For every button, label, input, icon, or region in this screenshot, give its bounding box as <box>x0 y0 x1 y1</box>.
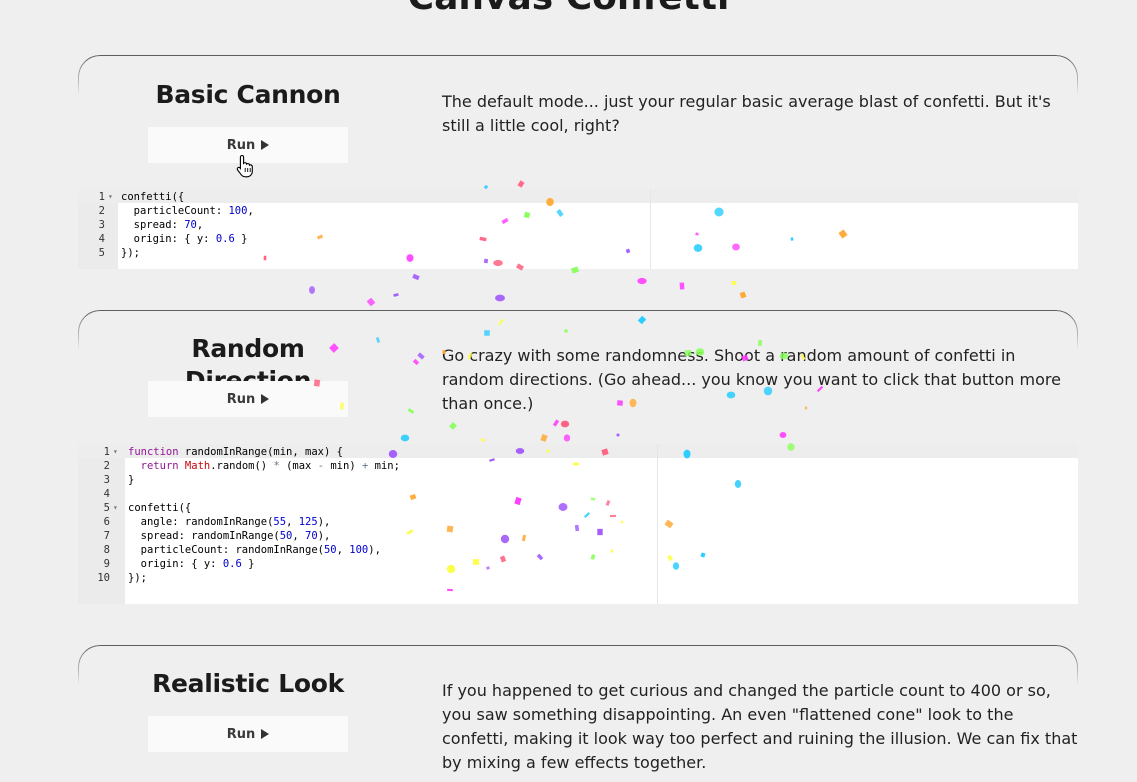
code-line: 6 angle: randomInRange(55, 125), <box>78 515 1078 529</box>
line-number: 4 <box>98 233 105 245</box>
line-number: 4 <box>103 488 110 500</box>
play-icon <box>261 394 270 404</box>
code-text: spread: randomInRange(50, 70), <box>128 530 331 542</box>
confetti-particle <box>412 273 420 281</box>
code-text: origin: { y: 0.6 } <box>121 233 248 245</box>
code-text: particleCount: 100, <box>121 205 254 217</box>
run-button-random-direction[interactable]: Run <box>148 381 348 417</box>
code-text: confetti({ <box>128 502 192 514</box>
code-editor-random-direction[interactable]: 1 ▾ function randomInRange(min, max) {2 re… <box>78 444 1078 604</box>
line-number: 2 <box>103 460 110 472</box>
section-description: Go crazy with some randomness. Shoot a r… <box>442 346 1061 413</box>
code-line: 5 ▾ confetti({ <box>78 501 1078 515</box>
code-text: confetti({ <box>121 191 185 203</box>
code-text: particleCount: randomInRange(50, 100), <box>128 544 381 556</box>
confetti-particle <box>308 286 316 294</box>
fold-arrow-icon[interactable]: ▾ <box>113 445 118 459</box>
line-number: 1 <box>98 191 105 203</box>
line-number: 8 <box>103 544 110 556</box>
line-number: 5 <box>103 502 110 514</box>
code-line: 3} <box>78 473 1078 487</box>
code-text: function randomInRange(min, max) { <box>128 446 343 458</box>
code-text: return Math.random() * (max - min) + min… <box>140 460 400 472</box>
code-line: 7 spread: randomInRange(50, 70), <box>78 529 1078 543</box>
run-button-label: Run <box>226 726 256 742</box>
fold-arrow-icon[interactable]: ▾ <box>113 501 118 515</box>
confetti-particle <box>495 294 505 302</box>
code-line: 2 return Math.random() * (max - min) + m… <box>78 459 1078 473</box>
run-button-realistic-look[interactable]: Run <box>148 716 348 752</box>
run-button-label: Run <box>226 137 256 153</box>
code-line: 8 particleCount: randomInRange(50, 100), <box>78 543 1078 557</box>
confetti-particle <box>679 282 685 290</box>
line-number: 7 <box>103 530 110 542</box>
code-text: origin: { y: 0.6 } <box>128 558 255 570</box>
code-line: 3 spread: 70, <box>78 218 1078 232</box>
code-line: 9 origin: { y: 0.6 } <box>78 557 1078 571</box>
section-description: If you happened to get curious and chang… <box>442 681 1078 772</box>
line-number: 2 <box>98 205 105 217</box>
line-number: 3 <box>103 474 110 486</box>
line-number: 9 <box>103 558 110 570</box>
code-text: }); <box>121 247 140 259</box>
line-number: 10 <box>97 572 110 584</box>
code-line: 5}); <box>78 246 1078 260</box>
confetti-particle <box>393 293 399 297</box>
confetti-particle <box>739 291 747 299</box>
code-text: spread: 70, <box>121 219 204 231</box>
code-text: }); <box>128 572 147 584</box>
confetti-particle <box>637 277 647 285</box>
line-number: 6 <box>103 516 110 528</box>
section-basic-cannon: Basic Cannon Run The default mode... jus… <box>78 55 1078 270</box>
code-text: } <box>128 474 135 486</box>
code-text: angle: randomInRange(55, 125), <box>128 516 331 528</box>
code-editor-basic-cannon[interactable]: 1 ▾ confetti({2 particleCount: 100, 3 sprea… <box>78 189 1078 269</box>
line-number: 1 <box>103 446 110 458</box>
line-number: 3 <box>98 219 105 231</box>
play-icon <box>261 729 270 739</box>
section-realistic-look: Realistic Look Run If you happened to ge… <box>78 645 1078 782</box>
section-title: Realistic Look <box>152 669 344 698</box>
confetti-particle <box>366 297 376 307</box>
confetti-particle <box>731 280 737 286</box>
section-title: Basic Cannon <box>155 80 341 109</box>
hand-cursor-icon <box>236 154 253 178</box>
run-button-label: Run <box>226 391 256 407</box>
code-line: 1 ▾ confetti({ <box>78 190 1078 204</box>
fold-arrow-icon[interactable]: ▾ <box>108 190 113 204</box>
code-line: 4 origin: { y: 0.6 } <box>78 232 1078 246</box>
section-description: The default mode... just your regular ba… <box>442 92 1051 135</box>
code-line: 10}); <box>78 571 1078 585</box>
page-title: Canvas Confetti <box>0 0 1137 18</box>
code-line: 2 particleCount: 100, <box>78 204 1078 218</box>
code-line: 1 ▾ function randomInRange(min, max) { <box>78 445 1078 459</box>
line-number: 5 <box>98 247 105 259</box>
code-line: 4 <box>78 487 1078 501</box>
play-icon <box>261 140 270 150</box>
section-random-direction: Random Direction Run Go crazy with some … <box>78 310 1078 605</box>
